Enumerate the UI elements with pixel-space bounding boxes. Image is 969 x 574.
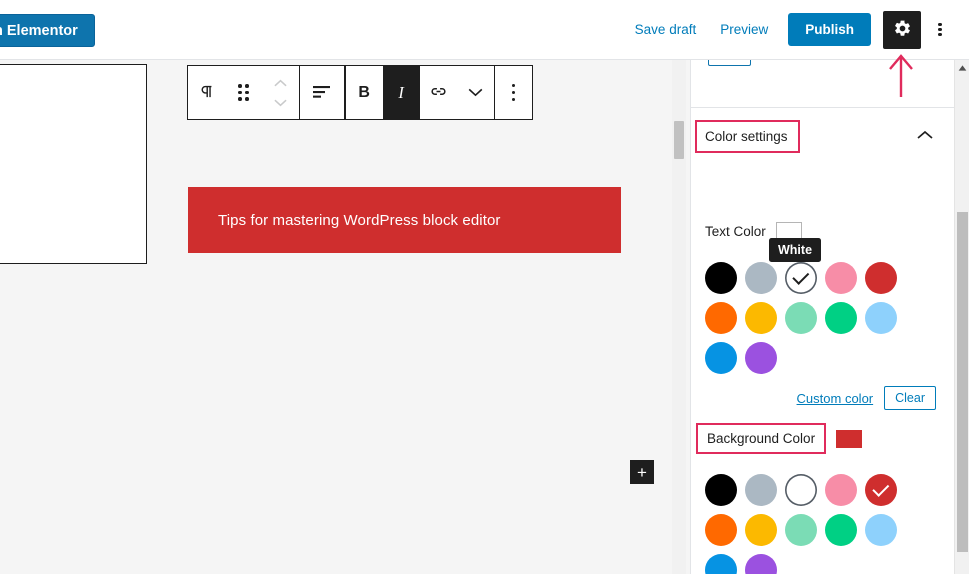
top-bar-actions: Save draft Preview Publish bbox=[623, 0, 955, 59]
plus-icon: + bbox=[637, 462, 647, 482]
background-color-swatch-pale-cyan-blue[interactable] bbox=[861, 510, 901, 550]
text-color-swatch-vivid-amber[interactable] bbox=[741, 298, 781, 338]
preview-label: Preview bbox=[720, 22, 769, 37]
more-formatting-button[interactable] bbox=[457, 66, 494, 119]
partial-button-above[interactable] bbox=[708, 60, 751, 66]
background-color-current-swatch[interactable] bbox=[836, 429, 863, 448]
sidebar-divider bbox=[691, 107, 954, 108]
page-scrollbar-thumb[interactable] bbox=[957, 212, 968, 552]
background-color-swatch-vivid-orange[interactable] bbox=[701, 510, 741, 550]
link-button[interactable] bbox=[420, 66, 457, 119]
white-swatch-tooltip: White bbox=[769, 238, 822, 262]
wordpress-block-editor: t with Elementor Save draft Preview Publ… bbox=[0, 0, 969, 574]
background-color-palette bbox=[701, 470, 901, 574]
block-toolbar: B I bbox=[187, 65, 533, 120]
save-draft-label: Save draft bbox=[634, 22, 697, 37]
preview-button[interactable]: Preview bbox=[708, 14, 780, 45]
publish-button[interactable]: Publish bbox=[788, 13, 871, 46]
block-options-button[interactable] bbox=[495, 66, 532, 119]
paragraph-block-text[interactable]: Tips for mastering WordPress block edito… bbox=[188, 212, 501, 229]
drag-handle-icon bbox=[238, 83, 249, 102]
text-color-swatch-pale-pink[interactable] bbox=[821, 258, 861, 298]
block-type-button[interactable] bbox=[188, 66, 225, 119]
gear-icon bbox=[893, 19, 912, 41]
bold-button[interactable]: B bbox=[346, 66, 383, 119]
text-color-swatch-cyan-bluish-gray[interactable] bbox=[741, 258, 781, 298]
add-block-button[interactable]: + bbox=[630, 460, 654, 484]
text-color-swatch-vivid-purple[interactable] bbox=[741, 338, 781, 378]
publish-label: Publish bbox=[805, 22, 854, 37]
text-color-palette bbox=[701, 258, 901, 378]
clear-label: Clear bbox=[895, 391, 925, 405]
text-color-swatch-white[interactable] bbox=[781, 258, 821, 298]
text-align-button[interactable] bbox=[300, 66, 344, 119]
editor-canvas: B I Tips for mastering WordPress block e… bbox=[0, 60, 690, 574]
save-draft-button[interactable]: Save draft bbox=[623, 14, 709, 45]
background-color-swatch-light-green-cyan[interactable] bbox=[781, 510, 821, 550]
text-color-label: Text Color bbox=[705, 223, 766, 239]
background-color-label: Background Color bbox=[696, 423, 827, 454]
background-color-swatch-vivid-green-cyan[interactable] bbox=[821, 510, 861, 550]
bold-label: B bbox=[358, 83, 370, 101]
background-color-swatch-cyan-bluish-gray[interactable] bbox=[741, 470, 781, 510]
text-color-custom-color-link[interactable]: Custom color bbox=[797, 391, 874, 406]
editor-scrollbar-thumb[interactable] bbox=[674, 121, 684, 159]
block-toolbar-group-block bbox=[188, 66, 299, 119]
panel-title: Color settings bbox=[695, 119, 800, 153]
chevron-up-icon bbox=[274, 75, 287, 90]
background-color-field: Background Color bbox=[696, 423, 863, 454]
background-color-swatch-black[interactable] bbox=[701, 470, 741, 510]
chevron-down-icon bbox=[468, 85, 483, 100]
paragraph-icon bbox=[198, 83, 215, 103]
settings-gear-button[interactable] bbox=[883, 10, 921, 49]
edit-with-elementor-label: t with Elementor bbox=[0, 22, 78, 39]
text-color-swatch-vivid-orange[interactable] bbox=[701, 298, 741, 338]
block-toolbar-group-options bbox=[495, 66, 532, 119]
text-color-swatch-vivid-red[interactable] bbox=[861, 258, 901, 298]
edit-with-elementor-button[interactable]: t with Elementor bbox=[0, 14, 95, 47]
settings-sidebar: Color settings Text Color White Custom c… bbox=[690, 60, 954, 574]
color-settings-panel-header[interactable]: Color settings bbox=[695, 117, 954, 155]
block-toolbar-group-align bbox=[300, 66, 344, 119]
background-color-swatch-pale-pink[interactable] bbox=[821, 470, 861, 510]
editor-scrollbar[interactable] bbox=[672, 60, 686, 574]
background-color-swatch-vivid-purple[interactable] bbox=[741, 550, 781, 574]
text-color-swatch-vivid-green-cyan[interactable] bbox=[821, 298, 861, 338]
link-icon bbox=[429, 82, 448, 104]
italic-label: I bbox=[398, 82, 404, 102]
align-text-icon bbox=[312, 84, 332, 101]
chevron-up-icon[interactable] bbox=[917, 127, 933, 145]
background-color-swatch-white[interactable] bbox=[781, 470, 821, 510]
move-block-buttons[interactable] bbox=[262, 66, 299, 119]
background-color-swatch-vivid-red[interactable] bbox=[861, 470, 901, 510]
kebab-menu-icon bbox=[938, 21, 942, 38]
editor-top-bar: t with Elementor Save draft Preview Publ… bbox=[0, 0, 969, 60]
italic-button[interactable]: I bbox=[382, 66, 420, 119]
chevron-down-icon bbox=[274, 95, 287, 110]
paragraph-block[interactable]: Tips for mastering WordPress block edito… bbox=[188, 187, 621, 253]
text-color-swatch-light-green-cyan[interactable] bbox=[781, 298, 821, 338]
background-color-swatch-vivid-cyan-blue[interactable] bbox=[701, 550, 741, 574]
background-color-swatch-vivid-amber[interactable] bbox=[741, 510, 781, 550]
scroll-up-button[interactable] bbox=[955, 60, 969, 76]
text-color-swatch-black[interactable] bbox=[701, 258, 741, 298]
kebab-menu-icon bbox=[511, 83, 516, 102]
partial-preview-box bbox=[0, 64, 147, 264]
text-color-palette-footer: Custom color Clear bbox=[711, 386, 936, 410]
text-color-clear-button[interactable]: Clear bbox=[884, 386, 936, 410]
more-options-button[interactable] bbox=[925, 11, 955, 49]
page-scrollbar[interactable] bbox=[954, 60, 969, 574]
text-color-swatch-vivid-cyan-blue[interactable] bbox=[701, 338, 741, 378]
block-toolbar-group-format: B I bbox=[346, 66, 494, 119]
text-color-swatch-pale-cyan-blue[interactable] bbox=[861, 298, 901, 338]
drag-handle-button[interactable] bbox=[225, 66, 262, 119]
